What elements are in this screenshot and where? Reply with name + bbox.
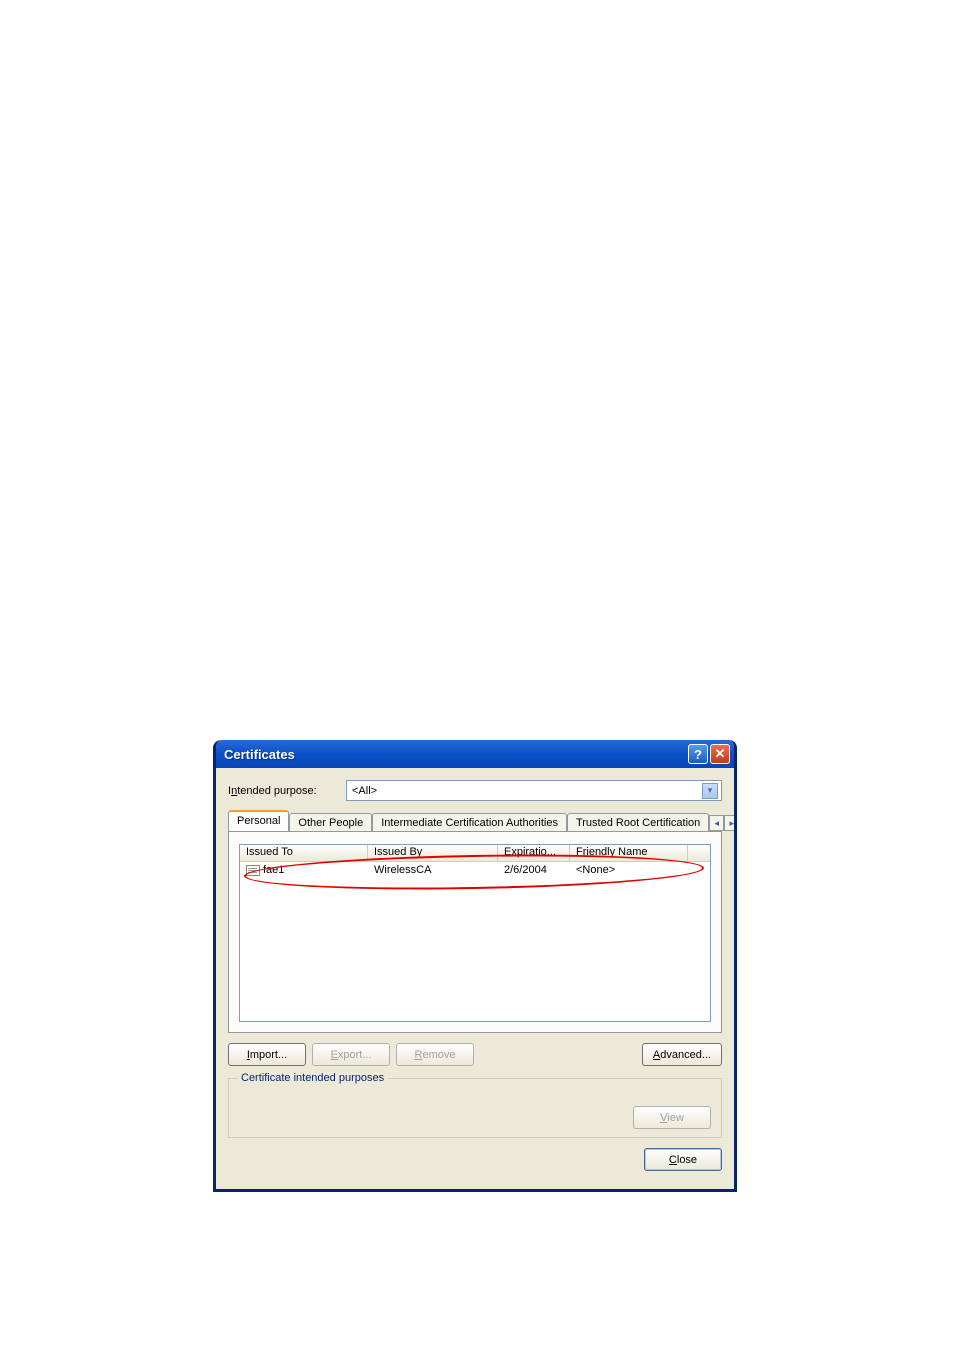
listview-header: Issued To Issued By Expiratio... Friendl… xyxy=(240,845,710,862)
intended-purpose-dropdown[interactable]: <All> ▾ xyxy=(346,780,722,801)
chevron-down-icon[interactable]: ▾ xyxy=(702,783,718,799)
table-row[interactable]: fae1 WirelessCA 2/6/2004 <None> xyxy=(240,862,710,878)
intended-purpose-label: Intended purpose: xyxy=(228,785,346,797)
action-button-row: Import... Export... Remove Advanced... xyxy=(228,1043,722,1066)
cell-friendly-name: <None> xyxy=(570,864,688,876)
cert-purposes-fieldset: Certificate intended purposes View xyxy=(228,1078,722,1138)
certificate-icon xyxy=(246,865,260,876)
window-title: Certificates xyxy=(224,747,686,762)
column-issued-by[interactable]: Issued By xyxy=(368,845,498,861)
cell-issued-to: fae1 xyxy=(240,864,368,876)
column-friendly-name[interactable]: Friendly Name xyxy=(570,845,688,861)
certificates-dialog: Certificates ? ✕ Intended purpose: <All>… xyxy=(213,740,737,1192)
tab-scroll-left-icon[interactable]: ◂ xyxy=(709,815,724,831)
tab-scroll: ◂ ▸ xyxy=(709,815,737,831)
tab-scroll-right-icon[interactable]: ▸ xyxy=(724,815,737,831)
tab-trusted-root-ca[interactable]: Trusted Root Certification xyxy=(567,813,709,832)
tab-strip: Personal Other People Intermediate Certi… xyxy=(228,809,722,831)
close-button[interactable]: Close xyxy=(644,1148,722,1171)
column-issued-to[interactable]: Issued To xyxy=(240,845,368,861)
import-button[interactable]: Import... xyxy=(228,1043,306,1066)
cell-expiration: 2/6/2004 xyxy=(498,864,570,876)
tab-intermediate-ca[interactable]: Intermediate Certification Authorities xyxy=(372,813,567,832)
tab-other-people[interactable]: Other People xyxy=(289,813,372,832)
tab-personal[interactable]: Personal xyxy=(228,810,289,831)
intended-purpose-value: <All> xyxy=(352,785,702,797)
advanced-button[interactable]: Advanced... xyxy=(642,1043,722,1066)
view-button: View xyxy=(633,1106,711,1129)
dialog-body: Intended purpose: <All> ▾ Personal Other… xyxy=(216,768,734,1179)
close-row: Close xyxy=(228,1148,722,1171)
cell-issued-by: WirelessCA xyxy=(368,864,498,876)
column-expiration[interactable]: Expiratio... xyxy=(498,845,570,861)
certificate-listview[interactable]: Issued To Issued By Expiratio... Friendl… xyxy=(239,844,711,1022)
export-button: Export... xyxy=(312,1043,390,1066)
intended-purpose-row: Intended purpose: <All> ▾ xyxy=(228,780,722,801)
titlebar[interactable]: Certificates ? ✕ xyxy=(216,740,734,768)
window-close-button[interactable]: ✕ xyxy=(710,744,730,764)
remove-button: Remove xyxy=(396,1043,474,1066)
tab-panel-personal: Issued To Issued By Expiratio... Friendl… xyxy=(228,831,722,1033)
help-button[interactable]: ? xyxy=(688,744,708,764)
cert-purposes-legend: Certificate intended purposes xyxy=(237,1072,388,1084)
